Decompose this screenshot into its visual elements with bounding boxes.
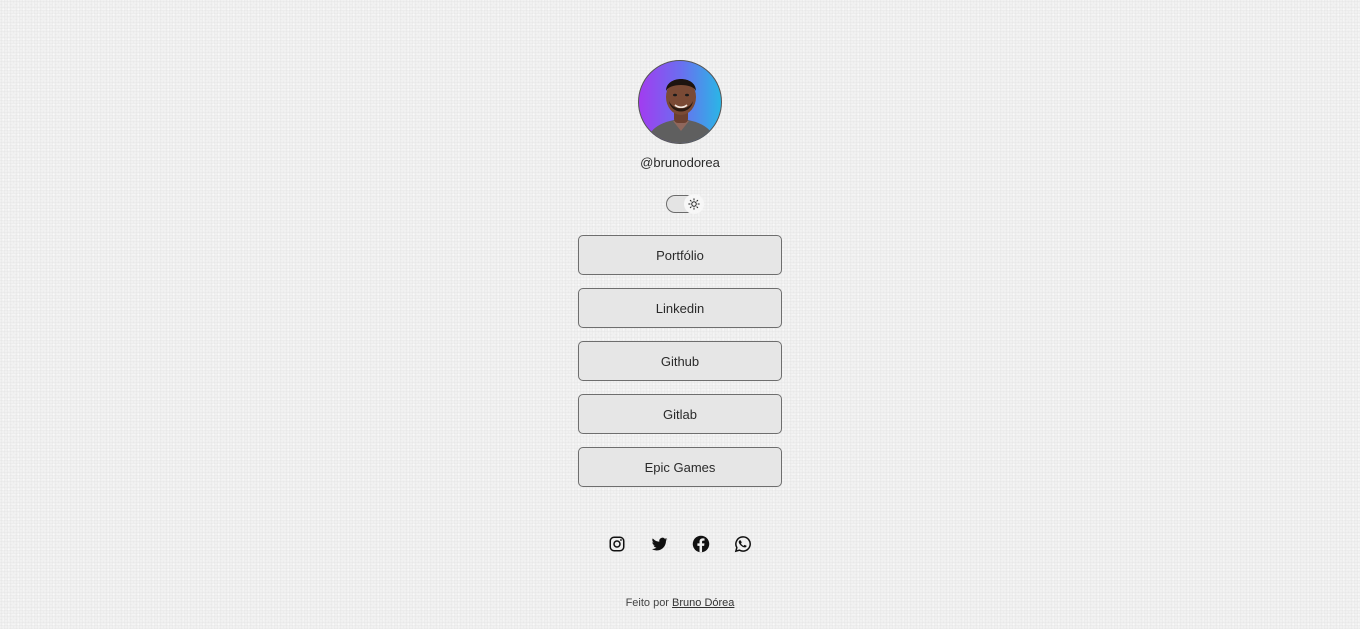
username: @brunodorea	[640, 155, 720, 170]
links-list: Portfólio Linkedin Github Gitlab Epic Ga…	[578, 235, 782, 487]
gitlab-link-button[interactable]: Gitlab	[578, 394, 782, 434]
social-icons	[607, 534, 753, 554]
theme-toggle[interactable]	[666, 194, 704, 214]
twitter-icon[interactable]	[649, 534, 669, 554]
instagram-icon[interactable]	[607, 534, 627, 554]
toggle-knob[interactable]	[684, 194, 704, 214]
sun-icon	[688, 198, 700, 210]
footer-author-link[interactable]: Bruno Dórea	[672, 597, 734, 609]
epic-games-link-button[interactable]: Epic Games	[578, 447, 782, 487]
whatsapp-icon[interactable]	[733, 534, 753, 554]
facebook-icon[interactable]	[691, 534, 711, 554]
portfolio-link-button[interactable]: Portfólio	[578, 235, 782, 275]
footer: Feito por Bruno Dórea	[0, 597, 1360, 609]
avatar	[638, 60, 722, 144]
linkedin-link-button[interactable]: Linkedin	[578, 288, 782, 328]
page-container: @brunodorea Portfólio Linkedin Github Gi…	[0, 0, 1360, 554]
footer-prefix: Feito por	[625, 597, 669, 609]
github-link-button[interactable]: Github	[578, 341, 782, 381]
toggle-track[interactable]	[666, 194, 704, 214]
profile-photo	[645, 79, 717, 143]
